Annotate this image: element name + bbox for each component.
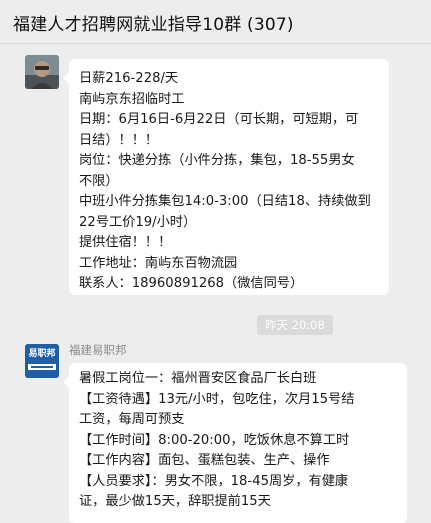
message-line: 22号工价19/小时） — [79, 214, 197, 230]
message-line: 【人员要求】：男女不限，18-45周岁，有健康 — [79, 473, 349, 489]
message-line: 暑假工岗位一：福州晋安区食品厂长白班 — [79, 371, 317, 386]
avatar[interactable] — [25, 55, 59, 89]
message-line: 日薪216-228/天 — [79, 71, 179, 86]
chat-header: 福建人才招聘网就业指导10群 (307) — [0, 0, 431, 44]
message-line: 提供住宿！！！ — [79, 235, 172, 250]
avatar[interactable]: 易职邦 — [25, 344, 59, 378]
chat-title: 福建人才招聘网就业指导10群 (307) — [13, 15, 294, 35]
message-line: 日结）！！！ — [79, 132, 159, 148]
message-line: 中班小件分拣集包14:0-3:00（日结18、持续做到 — [79, 194, 371, 209]
message-line: 证，最少做15天，辞职提前15天 — [79, 494, 271, 509]
message-line: 岗位：快递分拣（小件分拣，集包，18-55男女 — [79, 153, 355, 168]
message-line: 日期：6月16日-6月22日（可长期，可短期，可 — [79, 112, 359, 127]
person-photo-icon — [25, 55, 59, 89]
message-line: 工作地址：南屿东百物流园 — [79, 255, 238, 271]
avatar-logo-text: 易职邦 — [28, 349, 56, 359]
message-line: 不限） — [79, 173, 119, 189]
message-line: 【工作时间】8:00-20:00，吃饭休息不算工时 — [79, 432, 350, 448]
sender-name: 福建易职邦 — [69, 343, 127, 357]
message-line: 南屿京东招临时工 — [79, 91, 185, 107]
message-line: 【工资待遇】13元/小时，包吃住，次月15号结 — [79, 391, 355, 407]
timestamp: 昨天 20:08 — [257, 315, 333, 335]
message-line: 联系人：18960891268（微信同号） — [79, 276, 304, 291]
message-bubble[interactable]: 日薪216-228/天 南屿京东招临时工 日期：6月16日-6月22日（可长期，… — [63, 59, 389, 295]
message-bubble[interactable]: 暑假工岗位一：福州晋安区食品厂长白班 【工资待遇】13元/小时，包吃住，次月15… — [63, 363, 407, 523]
message-line: 【工作内容】面包、蛋糕包装、生产、操作 — [79, 453, 330, 468]
message-line: 工资，每周可预支 — [79, 412, 185, 427]
